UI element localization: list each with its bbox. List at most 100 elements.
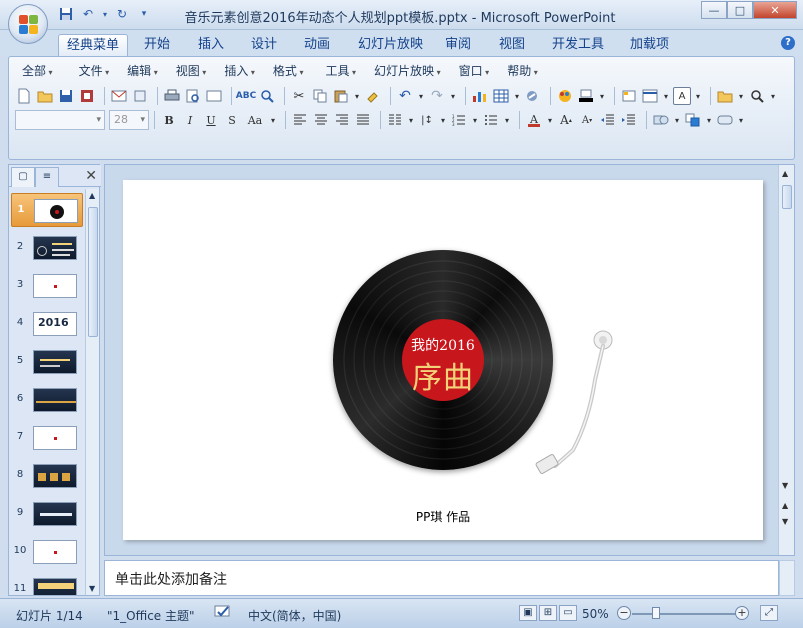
- next-slide-icon[interactable]: ▼: [782, 517, 788, 526]
- slide-canvas[interactable]: 我的2016 序曲 PP琪 作品: [123, 180, 763, 540]
- tab-classic-menu[interactable]: 经典菜单: [58, 34, 129, 56]
- permission-icon[interactable]: [78, 87, 96, 105]
- decrease-indent-icon[interactable]: [599, 111, 617, 129]
- table-dropdown-icon[interactable]: ▾: [513, 87, 521, 105]
- columns-dropdown-icon[interactable]: ▾: [407, 111, 415, 129]
- slide-thumbnail-8[interactable]: 8: [11, 459, 83, 493]
- slide-credit[interactable]: PP琪 作品: [123, 508, 763, 525]
- zoom-in-icon[interactable]: +: [735, 606, 749, 620]
- tab-view[interactable]: 视图: [491, 34, 533, 56]
- tab-design[interactable]: 设计: [243, 34, 285, 56]
- redo-dropdown-icon[interactable]: ▾: [449, 87, 457, 105]
- slide-thumbnail-11[interactable]: 11: [11, 573, 83, 595]
- text-box-icon[interactable]: A: [673, 87, 691, 105]
- shapes-icon[interactable]: [652, 111, 670, 129]
- print-icon[interactable]: [163, 87, 181, 105]
- office-button[interactable]: [8, 4, 48, 44]
- language-status[interactable]: 中文(简体，中国): [248, 607, 341, 624]
- menu-view[interactable]: 视图: [167, 61, 216, 81]
- grow-font-icon[interactable]: A ▴: [557, 111, 575, 129]
- save-icon[interactable]: [58, 6, 74, 22]
- menu-insert[interactable]: 插入: [215, 61, 264, 81]
- spellcheck-status-icon[interactable]: [214, 604, 232, 623]
- undo-dropdown-icon[interactable]: ▾: [102, 6, 108, 22]
- tab-animation[interactable]: 动画: [296, 34, 338, 56]
- slide-scrollbar[interactable]: ▲ ▼ ▲ ▼: [778, 165, 794, 555]
- text-direction-icon[interactable]: |↕: [418, 111, 436, 129]
- save-icon[interactable]: [57, 87, 75, 105]
- menu-file[interactable]: 文件: [70, 61, 119, 81]
- outline-tab-icon[interactable]: ≡: [35, 167, 59, 187]
- quick-styles-dropdown-icon[interactable]: ▾: [737, 111, 745, 129]
- layout-dropdown-icon[interactable]: ▾: [662, 87, 670, 105]
- undo-icon[interactable]: ↶: [396, 87, 414, 105]
- email-icon[interactable]: [110, 87, 128, 105]
- slide-title[interactable]: 序曲: [402, 353, 484, 397]
- slide-thumbnail-9[interactable]: 9: [11, 497, 83, 531]
- research-icon[interactable]: [258, 87, 276, 105]
- bullets-dropdown-icon[interactable]: ▾: [503, 111, 511, 129]
- tab-addins[interactable]: 加载项: [622, 34, 677, 56]
- format-painter-icon[interactable]: [364, 87, 382, 105]
- close-panel-icon[interactable]: ✕: [85, 168, 97, 184]
- notes-scrollbar[interactable]: [779, 560, 795, 596]
- undo-icon[interactable]: ↶: [80, 6, 96, 22]
- scroll-up-icon[interactable]: ▲: [89, 191, 95, 200]
- notes-pane[interactable]: 单击此处添加备注: [104, 560, 779, 596]
- slide-thumbnail-10[interactable]: 10: [11, 535, 83, 569]
- slide-thumbnail-5[interactable]: 5: [11, 345, 83, 379]
- slides-tab-icon[interactable]: ▢: [11, 167, 35, 187]
- spellcheck-icon[interactable]: ABC: [236, 87, 256, 105]
- open-folder-icon[interactable]: [36, 87, 54, 105]
- minimize-button[interactable]: —: [701, 1, 727, 19]
- shapes-dropdown-icon[interactable]: ▾: [673, 111, 681, 129]
- slideshow-view-icon[interactable]: ▭: [559, 605, 577, 621]
- text-box-dropdown-icon[interactable]: ▾: [694, 87, 702, 105]
- justify-icon[interactable]: [354, 111, 372, 129]
- italic-button[interactable]: I: [181, 111, 199, 129]
- new-document-icon[interactable]: [15, 87, 33, 105]
- slide-subtitle[interactable]: 我的2016: [402, 335, 484, 355]
- slide-thumbnail-3[interactable]: 3: [11, 269, 83, 303]
- scrollbar-thumb[interactable]: [88, 207, 98, 337]
- slide-thumbnail-4[interactable]: 4 2016: [11, 307, 83, 341]
- font-color-icon[interactable]: A: [525, 111, 543, 129]
- copy-icon[interactable]: [311, 87, 329, 105]
- chart-icon[interactable]: [471, 87, 489, 105]
- scroll-down-icon[interactable]: ▼: [782, 481, 788, 490]
- font-size-combo[interactable]: 28: [109, 110, 149, 130]
- zoom-slider-thumb[interactable]: [652, 607, 660, 619]
- increase-indent-icon[interactable]: [620, 111, 638, 129]
- print-preview-icon[interactable]: [184, 87, 202, 105]
- menu-window[interactable]: 窗口: [450, 61, 499, 81]
- zoom-level[interactable]: 50%: [582, 607, 609, 621]
- scroll-up-icon[interactable]: ▲: [782, 169, 788, 178]
- attach-icon[interactable]: [131, 87, 149, 105]
- tab-review[interactable]: 审阅: [437, 34, 479, 56]
- slide-thumbnail-7[interactable]: 7: [11, 421, 83, 455]
- paste-dropdown-icon[interactable]: ▾: [353, 87, 361, 105]
- numbering-icon[interactable]: 123: [450, 111, 468, 129]
- thumbnails-scrollbar[interactable]: ▲ ▼: [85, 189, 99, 595]
- menu-slideshow[interactable]: 幻灯片放映: [365, 61, 450, 81]
- menu-help[interactable]: 帮助: [498, 61, 547, 81]
- paste-icon[interactable]: [332, 87, 350, 105]
- redo-icon[interactable]: ↻: [114, 6, 130, 22]
- table-icon[interactable]: [492, 87, 510, 105]
- undo-dropdown-icon[interactable]: ▾: [417, 87, 425, 105]
- align-center-icon[interactable]: [312, 111, 330, 129]
- font-color-dropdown-icon[interactable]: ▾: [546, 111, 554, 129]
- tab-developer[interactable]: 开发工具: [544, 34, 612, 56]
- previous-slide-icon[interactable]: ▲: [782, 501, 788, 510]
- redo-icon[interactable]: ↷: [428, 87, 446, 105]
- menu-tools[interactable]: 工具: [316, 61, 365, 81]
- slide-view-icon[interactable]: [205, 87, 223, 105]
- menu-format[interactable]: 格式: [264, 61, 313, 81]
- numbering-dropdown-icon[interactable]: ▾: [471, 111, 479, 129]
- search-icon[interactable]: [748, 87, 766, 105]
- folder-dropdown-icon[interactable]: ▾: [737, 87, 745, 105]
- scrollbar-thumb[interactable]: [782, 185, 792, 209]
- menu-edit[interactable]: 编辑: [118, 61, 167, 81]
- fill-color-dropdown-icon[interactable]: ▾: [598, 87, 606, 105]
- tab-home[interactable]: 开始: [136, 34, 178, 56]
